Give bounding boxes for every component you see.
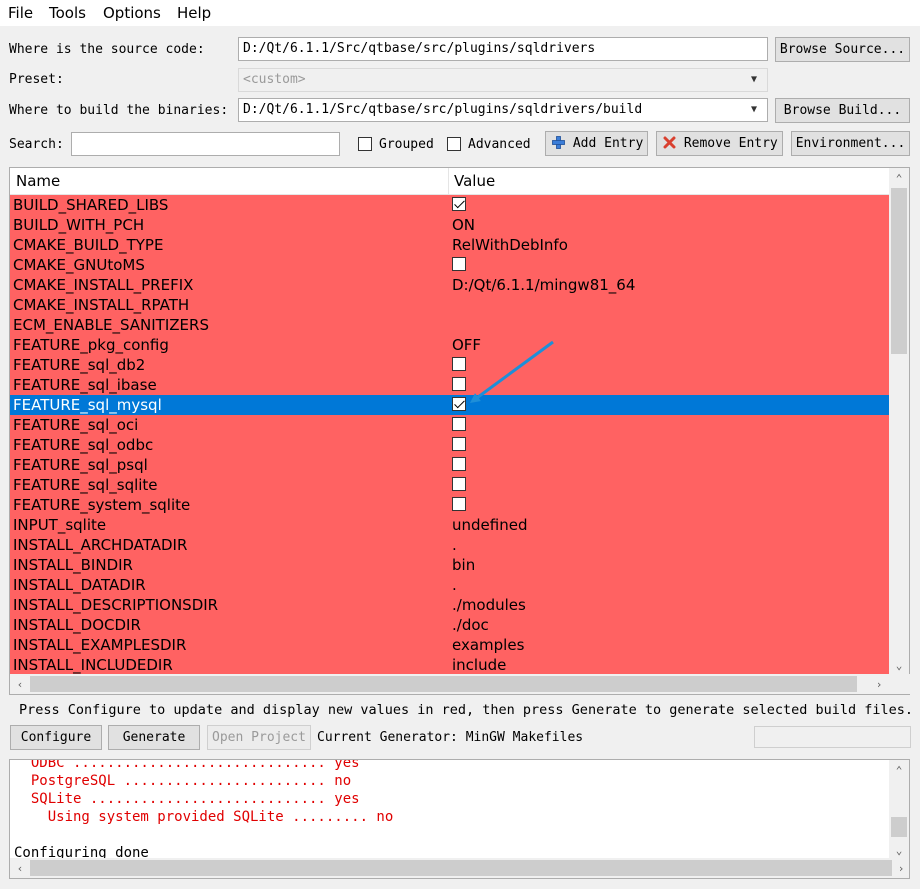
- log-line: SQLite ............................ yes: [14, 791, 360, 807]
- output-horizontal-scrollbar[interactable]: ‹ ›: [10, 858, 909, 878]
- generate-button[interactable]: Generate: [108, 725, 200, 750]
- configure-button[interactable]: Configure: [10, 725, 102, 750]
- log-line: Using system provided SQLite ......... n…: [14, 809, 394, 825]
- log-line: PostgreSQL ........................ no: [14, 773, 352, 789]
- annotation-arrow: [469, 340, 554, 403]
- log-line: ODBC .............................. yes: [14, 759, 360, 771]
- scrollbar-thumb[interactable]: [30, 860, 892, 876]
- current-generator: Current Generator: MinGW Makefiles: [317, 730, 584, 745]
- configure-hint: Press Configure to update and display ne…: [19, 702, 914, 718]
- output-vertical-scrollbar[interactable]: ⌃ ⌄: [889, 760, 909, 860]
- output-log[interactable]: Configuring done Using system provided S…: [9, 759, 910, 879]
- chevron-left-icon[interactable]: ‹: [10, 858, 30, 878]
- open-project-button[interactable]: Open Project: [207, 725, 311, 750]
- progress-bar: [754, 726, 911, 748]
- chevron-down-icon[interactable]: ⌄: [889, 840, 909, 860]
- chevron-right-icon[interactable]: ›: [891, 858, 909, 878]
- chevron-up-icon[interactable]: ⌃: [889, 760, 909, 780]
- scrollbar-thumb[interactable]: [891, 817, 907, 837]
